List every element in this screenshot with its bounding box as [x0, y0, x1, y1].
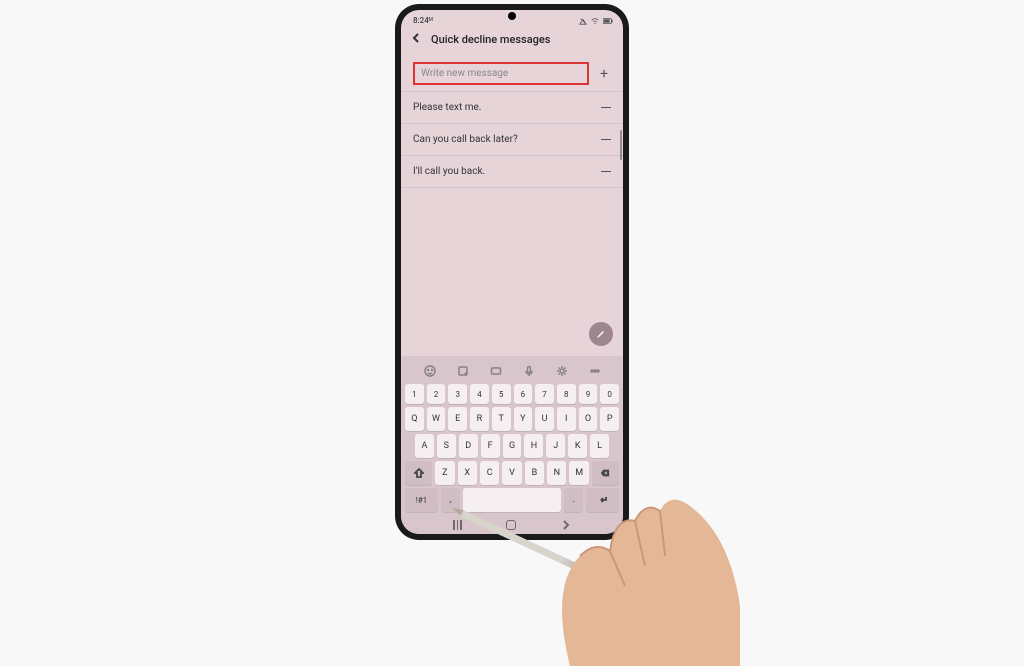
shift-key[interactable] — [405, 461, 432, 485]
key-k[interactable]: K — [568, 434, 587, 458]
key-2[interactable]: 2 — [427, 384, 446, 404]
key-w[interactable]: W — [427, 407, 446, 431]
period-key[interactable]: . — [564, 488, 583, 512]
emoji-icon[interactable] — [423, 364, 437, 378]
status-time: 8:24ᴹ — [413, 16, 433, 25]
key-5[interactable]: 5 — [492, 384, 511, 404]
mic-icon[interactable] — [522, 364, 536, 378]
add-icon[interactable]: + — [597, 67, 611, 81]
page-header: Quick decline messages — [401, 27, 623, 56]
content-area — [401, 188, 623, 356]
key-l[interactable]: L — [590, 434, 609, 458]
key-6[interactable]: 6 — [514, 384, 533, 404]
keyboard-keys: 1234567890 QWERTYUIOP ASDFGHJKL ZXCVBNM … — [405, 384, 619, 512]
edit-fab[interactable] — [589, 322, 613, 346]
nav-bar — [401, 514, 623, 534]
key-3[interactable]: 3 — [448, 384, 467, 404]
message-list: Write new message + Please text me. Can … — [401, 56, 623, 188]
message-row[interactable]: Please text me. — [401, 92, 623, 124]
backspace-key[interactable] — [592, 461, 619, 485]
key-p[interactable]: P — [600, 407, 619, 431]
key-i[interactable]: I — [557, 407, 576, 431]
page-title: Quick decline messages — [431, 33, 550, 46]
more-icon[interactable] — [588, 364, 602, 378]
key-q[interactable]: Q — [405, 407, 424, 431]
key-9[interactable]: 9 — [579, 384, 598, 404]
pencil-icon — [596, 329, 606, 339]
enter-key[interactable] — [586, 488, 619, 512]
key-1[interactable]: 1 — [405, 384, 424, 404]
key-u[interactable]: U — [535, 407, 554, 431]
remove-icon[interactable] — [601, 139, 611, 141]
message-row[interactable]: I'll call you back. — [401, 156, 623, 188]
nav-recent[interactable] — [453, 520, 462, 530]
new-message-row: Write new message + — [401, 56, 623, 92]
symbols-key[interactable]: !#1 — [405, 488, 438, 512]
key-v[interactable]: V — [502, 461, 521, 485]
key-f[interactable]: F — [481, 434, 500, 458]
remove-icon[interactable] — [601, 107, 611, 109]
message-text: I'll call you back. — [413, 166, 485, 177]
key-8[interactable]: 8 — [557, 384, 576, 404]
screen: 8:24ᴹ Quick decline messages Write new m… — [401, 10, 623, 534]
key-b[interactable]: B — [525, 461, 544, 485]
message-text: Can you call back later? — [413, 134, 518, 145]
comma-key[interactable]: , — [441, 488, 460, 512]
key-4[interactable]: 4 — [470, 384, 489, 404]
key-x[interactable]: X — [458, 461, 477, 485]
space-key[interactable] — [463, 488, 562, 512]
key-n[interactable]: N — [547, 461, 566, 485]
keyboard: 1234567890 QWERTYUIOP ASDFGHJKL ZXCVBNM … — [401, 356, 623, 514]
settings-icon[interactable] — [555, 364, 569, 378]
key-c[interactable]: C — [480, 461, 499, 485]
key-j[interactable]: J — [546, 434, 565, 458]
key-e[interactable]: E — [448, 407, 467, 431]
key-m[interactable]: M — [569, 461, 588, 485]
key-o[interactable]: O — [579, 407, 598, 431]
key-g[interactable]: G — [503, 434, 522, 458]
scrollbar[interactable] — [620, 130, 622, 160]
key-a[interactable]: A — [415, 434, 434, 458]
gif-icon[interactable] — [489, 364, 503, 378]
key-0[interactable]: 0 — [600, 384, 619, 404]
keyboard-toolbar — [405, 360, 619, 384]
nav-back[interactable] — [561, 520, 571, 530]
battery-icon — [603, 18, 613, 24]
phone-frame: 8:24ᴹ Quick decline messages Write new m… — [395, 4, 629, 540]
sticker-icon[interactable] — [456, 364, 470, 378]
message-text: Please text me. — [413, 102, 481, 113]
back-icon[interactable] — [411, 33, 421, 46]
key-d[interactable]: D — [459, 434, 478, 458]
remove-icon[interactable] — [601, 171, 611, 173]
key-r[interactable]: R — [470, 407, 489, 431]
key-y[interactable]: Y — [514, 407, 533, 431]
status-icons — [579, 16, 613, 25]
key-z[interactable]: Z — [435, 461, 454, 485]
key-s[interactable]: S — [437, 434, 456, 458]
message-row[interactable]: Can you call back later? — [401, 124, 623, 156]
front-camera — [508, 12, 516, 20]
wifi-icon — [591, 17, 599, 25]
key-h[interactable]: H — [524, 434, 543, 458]
nav-home[interactable] — [506, 520, 516, 530]
no-signal-icon — [579, 17, 587, 25]
key-7[interactable]: 7 — [535, 384, 554, 404]
new-message-input[interactable]: Write new message — [413, 62, 589, 85]
key-t[interactable]: T — [492, 407, 511, 431]
